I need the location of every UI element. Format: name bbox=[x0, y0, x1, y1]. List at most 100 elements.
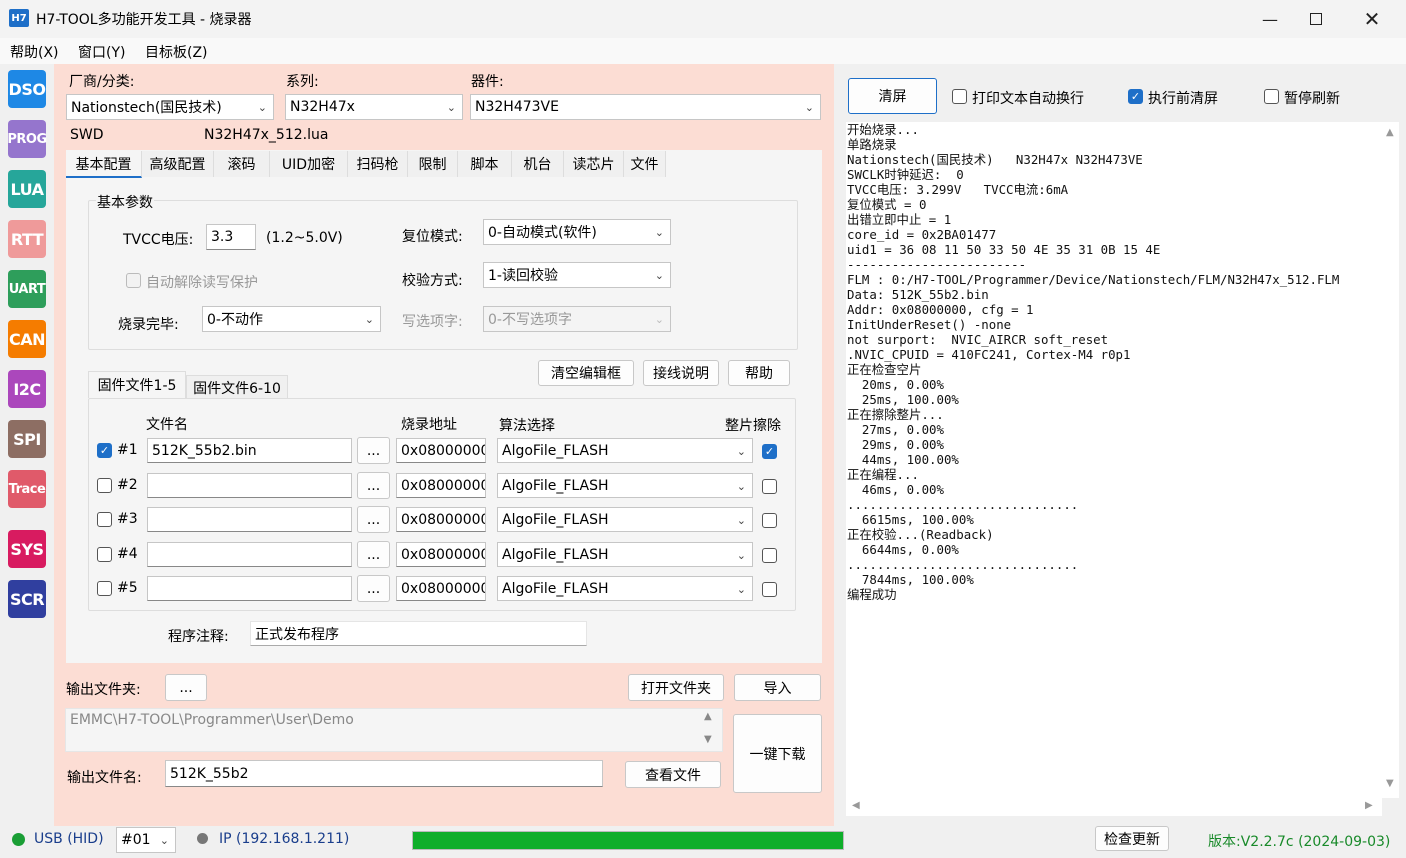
comment-input[interactable]: 正式发布程序 bbox=[250, 621, 587, 646]
sidebar-button-spi[interactable]: SPI bbox=[8, 420, 46, 458]
help-button[interactable]: 帮助 bbox=[728, 360, 790, 386]
log-hscrollbar[interactable] bbox=[846, 798, 1382, 816]
chip-select[interactable]: N32H473VE ⌄ bbox=[470, 94, 821, 120]
wiring-button[interactable]: 接线说明 bbox=[643, 360, 719, 386]
fw-row-2-file-input[interactable] bbox=[147, 473, 352, 498]
fw-row-4-checkbox[interactable] bbox=[97, 547, 112, 562]
basic-params-title: 基本参数 bbox=[96, 192, 154, 212]
lua-file-text: N32H47x_512.lua bbox=[204, 127, 329, 143]
scroll-down-icon[interactable]: ▼ bbox=[1386, 778, 1394, 789]
fw-row-3-file-input[interactable] bbox=[147, 507, 352, 532]
fw-row-5-checkbox[interactable] bbox=[97, 581, 112, 596]
fw-row-1-addr-input[interactable]: 0x08000000 bbox=[396, 438, 486, 463]
ip-status-text: IP (192.168.1.211) bbox=[219, 831, 350, 847]
usb-status-text: USB (HID) bbox=[34, 831, 104, 847]
tab-firmware-6-10[interactable]: 固件文件6-10 bbox=[186, 375, 288, 399]
fw-row-1-erase-checkbox[interactable]: ✓ bbox=[762, 444, 777, 459]
tab-uid-encrypt[interactable]: UID加密 bbox=[270, 151, 348, 177]
fw-row-5-browse-button[interactable]: ... bbox=[357, 575, 390, 602]
sidebar-button-prog[interactable]: PROG bbox=[7, 120, 47, 158]
tvcc-input[interactable]: 3.3 bbox=[206, 224, 256, 250]
fw-row-3-checkbox[interactable] bbox=[97, 512, 112, 527]
log-output[interactable]: 开始烧录... 单路烧录 Nationstech(国民技术) N32H47x N… bbox=[846, 122, 1382, 798]
fw-row-4-erase-checkbox[interactable] bbox=[762, 548, 777, 563]
clear-edit-button[interactable]: 清空编辑框 bbox=[538, 360, 634, 386]
fw-row-4-algo-select[interactable]: AlgoFile_FLASH ⌄ bbox=[497, 542, 753, 567]
minimize-button[interactable]: — bbox=[1247, 6, 1293, 32]
fw-row-4-file-input[interactable] bbox=[147, 542, 352, 567]
fw-row-3-erase-checkbox[interactable] bbox=[762, 513, 777, 528]
fw-row-5-file-input[interactable] bbox=[147, 576, 352, 601]
pause-refresh-checkbox[interactable] bbox=[1264, 89, 1279, 104]
fw-row-1-id: #1 bbox=[117, 442, 138, 458]
clear-screen-button[interactable]: 清屏 bbox=[848, 78, 937, 114]
sidebar-button-dso[interactable]: DSO bbox=[8, 70, 46, 108]
sidebar-button-rtt[interactable]: RTT bbox=[8, 220, 46, 258]
reset-mode-select[interactable]: 0-自动模式(软件) ⌄ bbox=[483, 219, 671, 245]
sidebar-button-uart[interactable]: UART bbox=[8, 270, 46, 308]
scroll-up-icon[interactable]: ▲ bbox=[704, 711, 712, 722]
view-file-button[interactable]: 查看文件 bbox=[625, 761, 721, 788]
fw-row-2-erase-checkbox[interactable] bbox=[762, 479, 777, 494]
fw-row-2-algo-select[interactable]: AlgoFile_FLASH ⌄ bbox=[497, 473, 753, 498]
sidebar-button-trace[interactable]: Trace bbox=[8, 470, 46, 508]
fw-row-1-algo-select[interactable]: AlgoFile_FLASH ⌄ bbox=[497, 438, 753, 463]
tab-file[interactable]: 文件 bbox=[624, 151, 666, 177]
close-button[interactable]: ✕ bbox=[1349, 6, 1395, 32]
sidebar-button-i2c[interactable]: I2C bbox=[8, 370, 46, 408]
fw-row-3-addr-input[interactable]: 0x08000000 bbox=[396, 507, 486, 532]
open-folder-button[interactable]: 打开文件夹 bbox=[628, 674, 724, 701]
fw-row-3-algo-select[interactable]: AlgoFile_FLASH ⌄ bbox=[497, 507, 753, 532]
fw-row-3-browse-button[interactable]: ... bbox=[357, 506, 390, 533]
tab-limit[interactable]: 限制 bbox=[408, 151, 458, 177]
sidebar-button-can[interactable]: CAN bbox=[8, 320, 46, 358]
tab-script[interactable]: 脚本 bbox=[458, 151, 512, 177]
done-action-select[interactable]: 0-不动作 ⌄ bbox=[202, 306, 381, 332]
output-folder-browse-button[interactable]: ... bbox=[165, 674, 207, 701]
sidebar-button-scr[interactable]: SCR bbox=[8, 580, 46, 618]
tab-firmware-1-5[interactable]: 固件文件1-5 bbox=[88, 371, 186, 398]
output-name-input[interactable]: 512K_55b2 bbox=[165, 760, 603, 787]
menu-window[interactable]: 窗口(Y) bbox=[78, 42, 125, 62]
fw-row-4-browse-button[interactable]: ... bbox=[357, 541, 390, 568]
series-select[interactable]: N32H47x ⌄ bbox=[285, 94, 463, 120]
auto-unprotect-checkbox[interactable] bbox=[126, 273, 141, 288]
tab-read-chip[interactable]: 读芯片 bbox=[564, 151, 624, 177]
menu-target-board[interactable]: 目标板(Z) bbox=[145, 42, 208, 62]
clear-before-checkbox[interactable]: ✓ bbox=[1128, 89, 1143, 104]
fw-row-5-algo-select[interactable]: AlgoFile_FLASH ⌄ bbox=[497, 576, 753, 601]
port-select[interactable]: #01 ⌄ bbox=[116, 827, 176, 853]
output-path-text: EMMC\H7-TOOL\Programmer\User\Demo bbox=[70, 712, 354, 728]
fw-row-2-browse-button[interactable]: ... bbox=[357, 472, 390, 499]
log-vscrollbar[interactable] bbox=[1382, 122, 1399, 798]
tab-rolling-code[interactable]: 滚码 bbox=[214, 151, 270, 177]
verify-select[interactable]: 1-读回校验 ⌄ bbox=[483, 262, 671, 288]
scroll-down-icon[interactable]: ▼ bbox=[704, 734, 712, 745]
import-button[interactable]: 导入 bbox=[734, 674, 821, 701]
scroll-up-icon[interactable]: ▲ bbox=[1386, 127, 1394, 138]
tab-advanced-config[interactable]: 高级配置 bbox=[142, 151, 214, 177]
menu-help[interactable]: 帮助(X) bbox=[10, 42, 59, 62]
fw-row-1-file-input[interactable]: 512K_55b2.bin bbox=[147, 438, 352, 463]
fw-row-5-erase-checkbox[interactable] bbox=[762, 582, 777, 597]
maximize-button[interactable] bbox=[1293, 6, 1339, 32]
one-key-download-button[interactable]: 一键下载 bbox=[733, 714, 822, 793]
sidebar-button-sys[interactable]: SYS bbox=[8, 530, 46, 568]
fw-row-2-addr-input[interactable]: 0x08000000 bbox=[396, 473, 486, 498]
vendor-select[interactable]: Nationstech(国民技术) ⌄ bbox=[66, 94, 274, 120]
tab-basic-config[interactable]: 基本配置 bbox=[66, 151, 142, 178]
fw-row-4-addr-input[interactable]: 0x08000000 bbox=[396, 542, 486, 567]
comment-label: 程序注释: bbox=[168, 629, 229, 645]
fw-row-2-checkbox[interactable] bbox=[97, 478, 112, 493]
auto-wrap-checkbox[interactable] bbox=[952, 89, 967, 104]
option-byte-select[interactable]: 0-不写选项字 ⌄ bbox=[483, 306, 671, 332]
fw-row-1-browse-button[interactable]: ... bbox=[357, 437, 390, 464]
tab-scanner[interactable]: 扫码枪 bbox=[348, 151, 408, 177]
tab-machine[interactable]: 机台 bbox=[512, 151, 564, 177]
scroll-left-icon[interactable]: ◀ bbox=[852, 800, 860, 811]
scroll-right-icon[interactable]: ▶ bbox=[1365, 800, 1373, 811]
fw-row-1-checkbox[interactable]: ✓ bbox=[97, 443, 112, 458]
sidebar-button-lua[interactable]: LUA bbox=[8, 170, 46, 208]
fw-row-5-addr-input[interactable]: 0x08000000 bbox=[396, 576, 486, 601]
check-update-button[interactable]: 检查更新 bbox=[1095, 826, 1169, 851]
